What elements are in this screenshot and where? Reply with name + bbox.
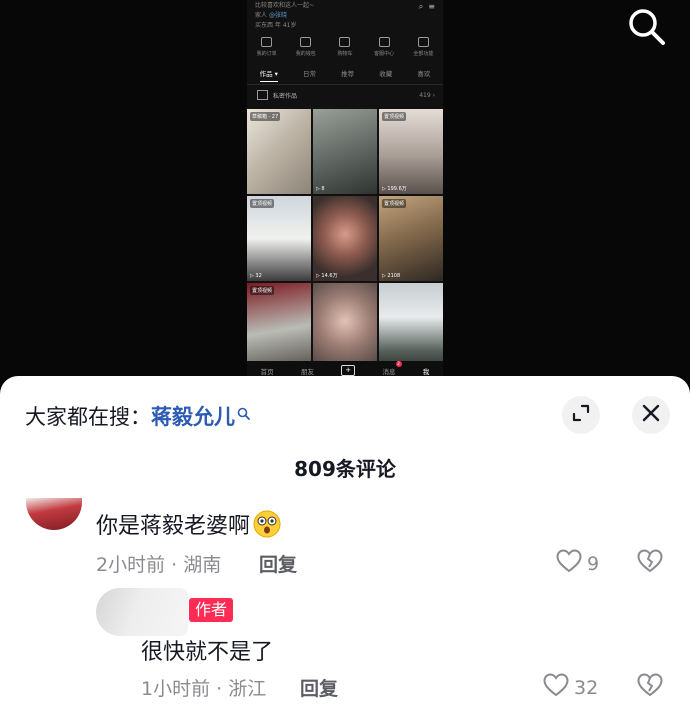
lock-box-icon [257,90,268,100]
dizzy-face-emoji [253,510,281,544]
profile-screenshot: 比较喜欢和这人一起~ 家人 @张晓 买东西 年 41岁 ⌕ ≡ 我的订单 我的钱… [247,0,443,380]
heart-icon [543,673,569,702]
thumb-tag: 置顶视频 [382,199,407,208]
video-area[interactable]: 比较喜欢和这人一起~ 家人 @张晓 买东西 年 41岁 ⌕ ≡ 我的订单 我的钱… [0,0,690,385]
tab-favorites: 收藏 [379,70,393,78]
comment-meta: 1小时前 · 浙江 [141,678,267,700]
close-icon [642,404,660,426]
thumb-plays: ▷ 2108 [382,273,401,279]
like-count: 32 [574,676,599,699]
meta-line: 买东西 年 41岁 [255,22,297,29]
reply-button[interactable]: 回复 [300,674,338,701]
cart-icon [339,37,351,47]
heart-icon [556,549,582,578]
author-avatar[interactable] [96,588,188,636]
divider [247,84,443,85]
tool-all: 全部功能 [407,37,439,57]
nav-home: 首页 [260,367,274,376]
thumb-plays: ▷ 8 [316,186,325,192]
nav-friends: 朋友 [300,367,314,376]
thumb-tag: 置顶视频 [250,286,275,295]
comment-text[interactable]: 很快就不是了 [141,634,273,666]
tool-wallet: 我的钱包 [290,37,322,57]
broken-heart-icon[interactable] [637,673,663,701]
bio-line: 比较喜欢和这人一起~ [255,2,315,9]
comment-count-title: 809条评论 [294,457,396,481]
tab-likes: 喜欢 [417,70,431,78]
trending-search-keyword[interactable]: 蒋毅允儿 [151,405,235,429]
nav-messages: 消息 2 [382,360,402,376]
like-button[interactable]: 32 [543,673,598,702]
service-icon [378,37,390,47]
tab-daily: 日常 [303,70,317,78]
message-badge: 2 [395,360,402,367]
comment-text[interactable]: 你是蒋毅老婆啊 [96,508,281,544]
video-thumb: 置顶视频 ▷ 199.6万 [379,109,443,194]
tool-service: 客服中心 [368,37,400,57]
thumb-plays: ▷ 14.6万 [316,273,338,279]
video-thumb: ▷ 14.6万 [313,196,377,281]
works-count: 419 › [419,92,435,99]
tab-works: 作品 ▾ [259,68,278,82]
like-button[interactable]: 9 [556,549,599,578]
like-count: 9 [587,552,600,575]
menu-icon: ≡ [428,2,435,11]
tool-orders: 我的订单 [251,37,283,57]
grid-icon [417,37,429,47]
avatar[interactable] [26,498,82,530]
video-thumb: 置顶视频 ▷ 2108 [379,196,443,281]
video-thumb: 置顶视频 [247,283,311,368]
thumb-plays: ▷ 32 [250,273,262,279]
video-thumb: 置顶视频 ▷ 32 [247,196,311,281]
author-badge: 作者 [189,598,234,622]
small-search-icon [237,401,250,425]
video-thumb: 草稿箱 · 27 [247,109,311,194]
trending-search[interactable]: 大家都在搜：蒋毅允儿 [25,401,250,431]
video-grid: 草稿箱 · 27 ▷ 8 置顶视频 ▷ 199.6万 置顶视频 ▷ 32 ▷ 14.… [247,109,443,368]
family-line: 家人 @张晓 [255,10,287,19]
wallet-icon [300,37,312,47]
expand-icon [571,403,591,427]
nav-me: 我 [422,367,430,376]
video-thumb: ▷ 8 [313,109,377,194]
broken-heart-icon[interactable] [637,549,663,577]
expand-button[interactable] [562,396,600,434]
nav-create: + [341,365,356,376]
thumb-tag: 置顶视频 [250,199,275,208]
thumb-plays: ▷ 199.6万 [382,186,407,192]
thumb-tag: 置顶视频 [382,112,407,121]
comment-sheet: 大家都在搜：蒋毅允儿 809条评论 你是蒋毅老婆啊 2小时前 · 湖南 回复 9 [0,376,690,706]
tool-cart: 购物车 [329,37,361,57]
comment-meta: 2小时前 · 湖南 [96,554,222,576]
orders-icon [261,37,273,47]
family-name: @张晓 [268,12,287,19]
search-icon[interactable] [627,7,667,47]
private-works-label: 私密作品 [273,92,298,100]
tab-recommend: 推荐 [341,70,355,78]
video-thumb [313,283,377,368]
small-search-icon: ⌕ [418,2,424,11]
thumb-tag: 草稿箱 · 27 [250,112,281,121]
trending-search-prefix: 大家都在搜： [25,405,151,429]
family-label: 家人 [255,12,268,19]
profile-tabs: 作品 ▾ 日常 推荐 收藏 喜欢 [247,68,443,82]
close-button[interactable] [632,396,670,434]
private-works-row: 私密作品 [257,90,297,100]
profile-tools-row: 我的订单 我的钱包 购物车 客服中心 全部功能 [247,37,443,57]
video-thumb [379,283,443,368]
reply-button[interactable]: 回复 [259,550,297,577]
profile-top-icons: ⌕ ≡ [419,2,435,12]
